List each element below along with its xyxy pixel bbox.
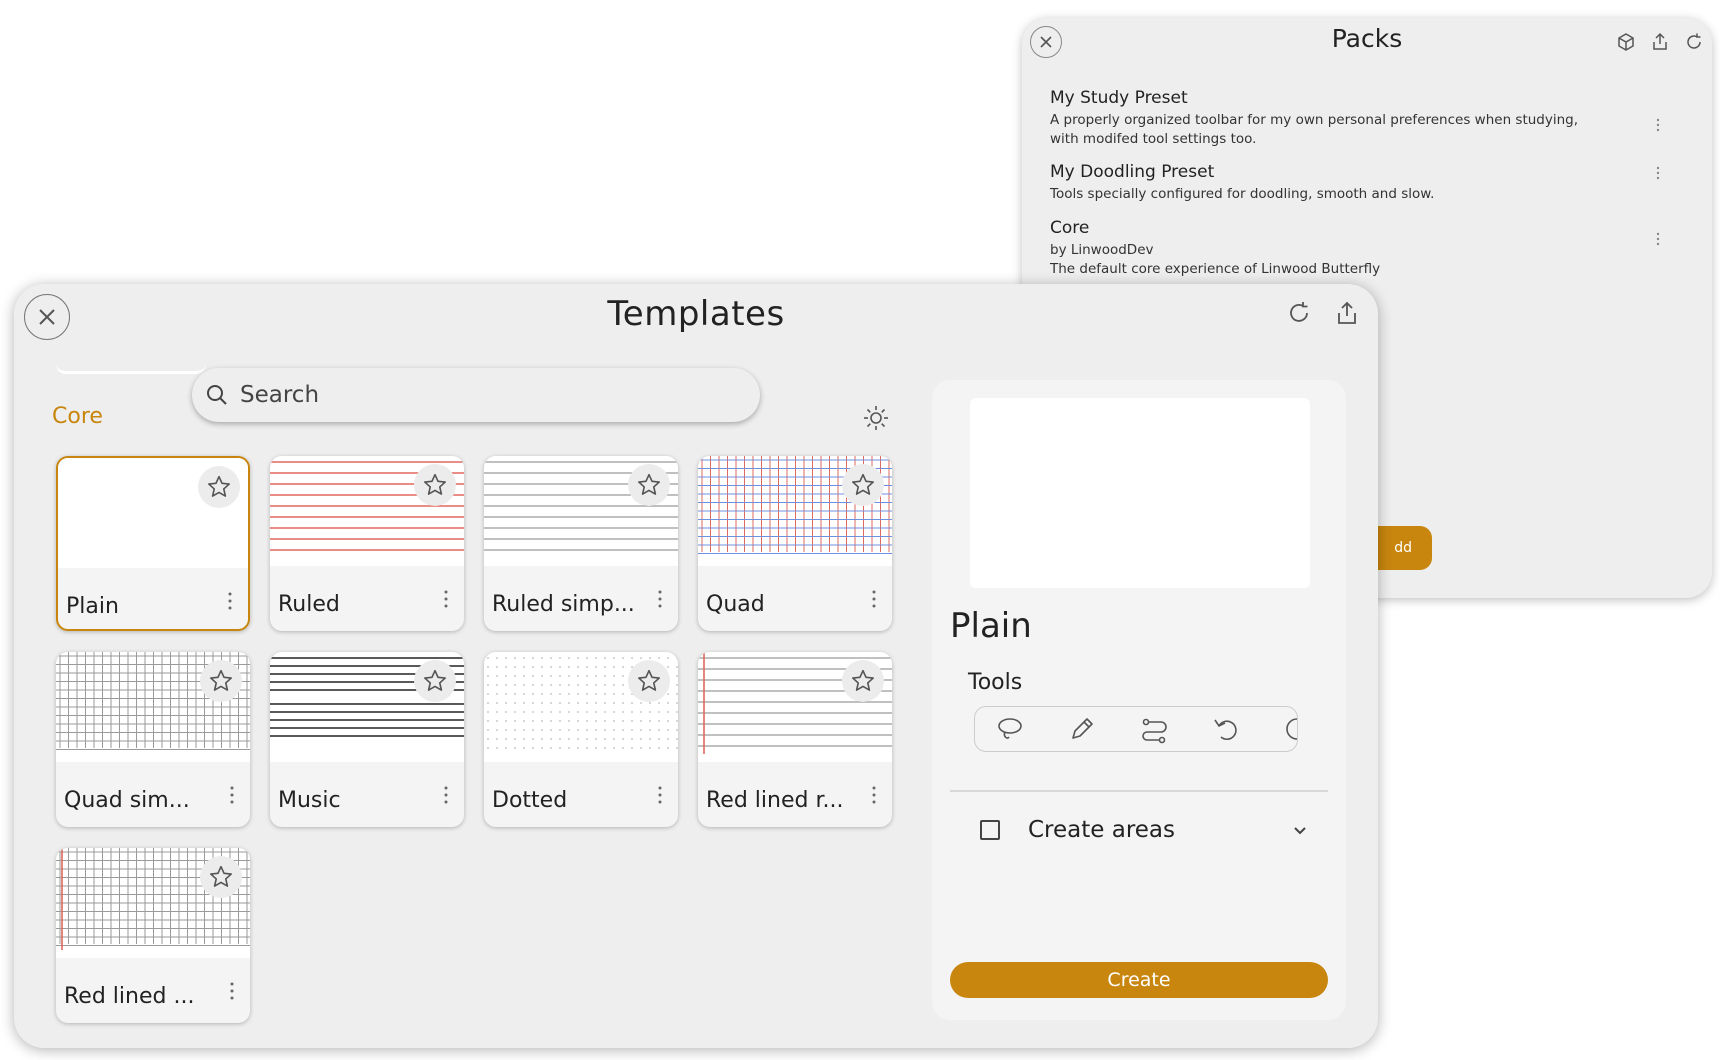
more-vertical-icon[interactable] bbox=[230, 982, 234, 1000]
star-icon bbox=[638, 473, 660, 495]
more-vertical-icon[interactable] bbox=[658, 590, 662, 608]
more-vertical-icon[interactable] bbox=[872, 786, 876, 804]
template-label: Ruled simp... bbox=[492, 592, 635, 617]
template-label: Music bbox=[278, 788, 341, 813]
template-label: Red lined ... bbox=[64, 984, 195, 1009]
star-icon bbox=[852, 473, 874, 495]
favorite-button[interactable] bbox=[842, 660, 884, 702]
sun-icon[interactable] bbox=[862, 404, 890, 432]
template-label: Quad bbox=[706, 592, 765, 617]
templates-dialog: Templates Core Plain bbox=[14, 284, 1378, 1048]
template-detail-panel: Plain Tools Create areas Create bbox=[932, 380, 1346, 1020]
template-label: Dotted bbox=[492, 788, 568, 813]
template-label: Plain bbox=[66, 594, 119, 619]
templates-toolbar bbox=[1286, 300, 1360, 326]
create-button[interactable]: Create bbox=[950, 962, 1328, 998]
pack-description: The default core experience of Linwood B… bbox=[1050, 261, 1381, 277]
undo-icon[interactable] bbox=[1211, 714, 1241, 744]
favorite-button[interactable] bbox=[842, 464, 884, 506]
section-label-core: Core bbox=[52, 404, 103, 429]
packs-toolbar bbox=[1616, 32, 1704, 52]
template-label: Ruled bbox=[278, 592, 340, 617]
template-card-quad-simple[interactable]: Quad sim... bbox=[56, 652, 250, 827]
path-icon[interactable] bbox=[1139, 714, 1169, 744]
favorite-button[interactable] bbox=[200, 660, 242, 702]
star-icon bbox=[852, 669, 874, 691]
templates-title: Templates bbox=[607, 294, 785, 334]
more-vertical-icon[interactable] bbox=[444, 786, 448, 804]
refresh-icon[interactable] bbox=[1286, 300, 1312, 326]
template-card-dotted[interactable]: Dotted bbox=[484, 652, 678, 827]
template-card-red-lined-ruled[interactable]: Red lined r... bbox=[698, 652, 892, 827]
create-areas-checkbox[interactable] bbox=[980, 820, 1000, 840]
share-icon[interactable] bbox=[1334, 300, 1360, 326]
template-card-red-lined-quad[interactable]: Red lined ... bbox=[56, 848, 250, 1023]
template-card-quad[interactable]: Quad bbox=[698, 456, 892, 631]
pen-icon[interactable] bbox=[1067, 714, 1097, 744]
pack-author: by LinwoodDev bbox=[1050, 242, 1154, 258]
create-areas-label: Create areas bbox=[1028, 817, 1176, 843]
search-input[interactable] bbox=[240, 382, 720, 408]
more-vertical-icon[interactable] bbox=[1656, 166, 1660, 180]
more-vertical-icon[interactable] bbox=[230, 786, 234, 804]
packs-title: Packs bbox=[1331, 24, 1403, 53]
create-areas-row[interactable]: Create areas bbox=[980, 810, 1310, 850]
pack-item-study[interactable]: My Study Preset A properly organized too… bbox=[1050, 88, 1670, 149]
favorite-button[interactable] bbox=[198, 466, 240, 508]
pack-name: Core bbox=[1050, 218, 1090, 238]
star-icon bbox=[424, 669, 446, 691]
pack-item-core[interactable]: Core by LinwoodDev The default core expe… bbox=[1050, 218, 1670, 279]
more-vertical-icon[interactable] bbox=[1656, 232, 1660, 246]
star-icon bbox=[424, 473, 446, 495]
star-icon bbox=[208, 475, 230, 497]
more-vertical-icon[interactable] bbox=[444, 590, 448, 608]
chevron-down-icon[interactable] bbox=[1290, 820, 1310, 840]
tools-bar[interactable] bbox=[974, 706, 1298, 752]
favorite-button[interactable] bbox=[200, 856, 242, 898]
pack-description: Tools specially configured for doodling,… bbox=[1050, 186, 1435, 202]
template-label: Red lined r... bbox=[706, 788, 844, 813]
search-icon bbox=[204, 382, 230, 408]
share-icon[interactable] bbox=[1650, 32, 1670, 52]
more-vertical-icon[interactable] bbox=[228, 592, 232, 610]
divider bbox=[950, 790, 1328, 792]
pack-name: My Doodling Preset bbox=[1050, 162, 1215, 182]
search-bar[interactable] bbox=[192, 368, 760, 422]
template-card-ruled[interactable]: Ruled bbox=[270, 456, 464, 631]
tools-label: Tools bbox=[968, 670, 1023, 695]
favorite-button[interactable] bbox=[628, 464, 670, 506]
favorite-button[interactable] bbox=[414, 660, 456, 702]
star-icon bbox=[210, 669, 232, 691]
more-vertical-icon[interactable] bbox=[658, 786, 662, 804]
redo-icon[interactable] bbox=[1283, 714, 1297, 744]
favorite-button[interactable] bbox=[414, 464, 456, 506]
star-icon bbox=[210, 865, 232, 887]
selected-template-name: Plain bbox=[950, 606, 1032, 646]
pack-description: with modifed tool settings too. bbox=[1050, 131, 1257, 147]
pack-item-doodling[interactable]: My Doodling Preset Tools specially confi… bbox=[1050, 162, 1670, 204]
template-label: Quad sim... bbox=[64, 788, 190, 813]
more-vertical-icon[interactable] bbox=[1656, 118, 1660, 132]
template-card-music[interactable]: Music bbox=[270, 652, 464, 827]
tab-indicator bbox=[56, 364, 206, 374]
favorite-button[interactable] bbox=[628, 660, 670, 702]
template-card-ruled-simple[interactable]: Ruled simp... bbox=[484, 456, 678, 631]
lasso-icon[interactable] bbox=[995, 714, 1025, 744]
refresh-icon[interactable] bbox=[1684, 32, 1704, 52]
pack-name: My Study Preset bbox=[1050, 88, 1188, 108]
template-preview-large bbox=[970, 398, 1310, 588]
template-card-plain[interactable]: Plain bbox=[56, 456, 250, 631]
star-icon bbox=[638, 669, 660, 691]
more-vertical-icon[interactable] bbox=[872, 590, 876, 608]
package-icon[interactable] bbox=[1616, 32, 1636, 52]
pack-description: A properly organized toolbar for my own … bbox=[1050, 112, 1579, 128]
